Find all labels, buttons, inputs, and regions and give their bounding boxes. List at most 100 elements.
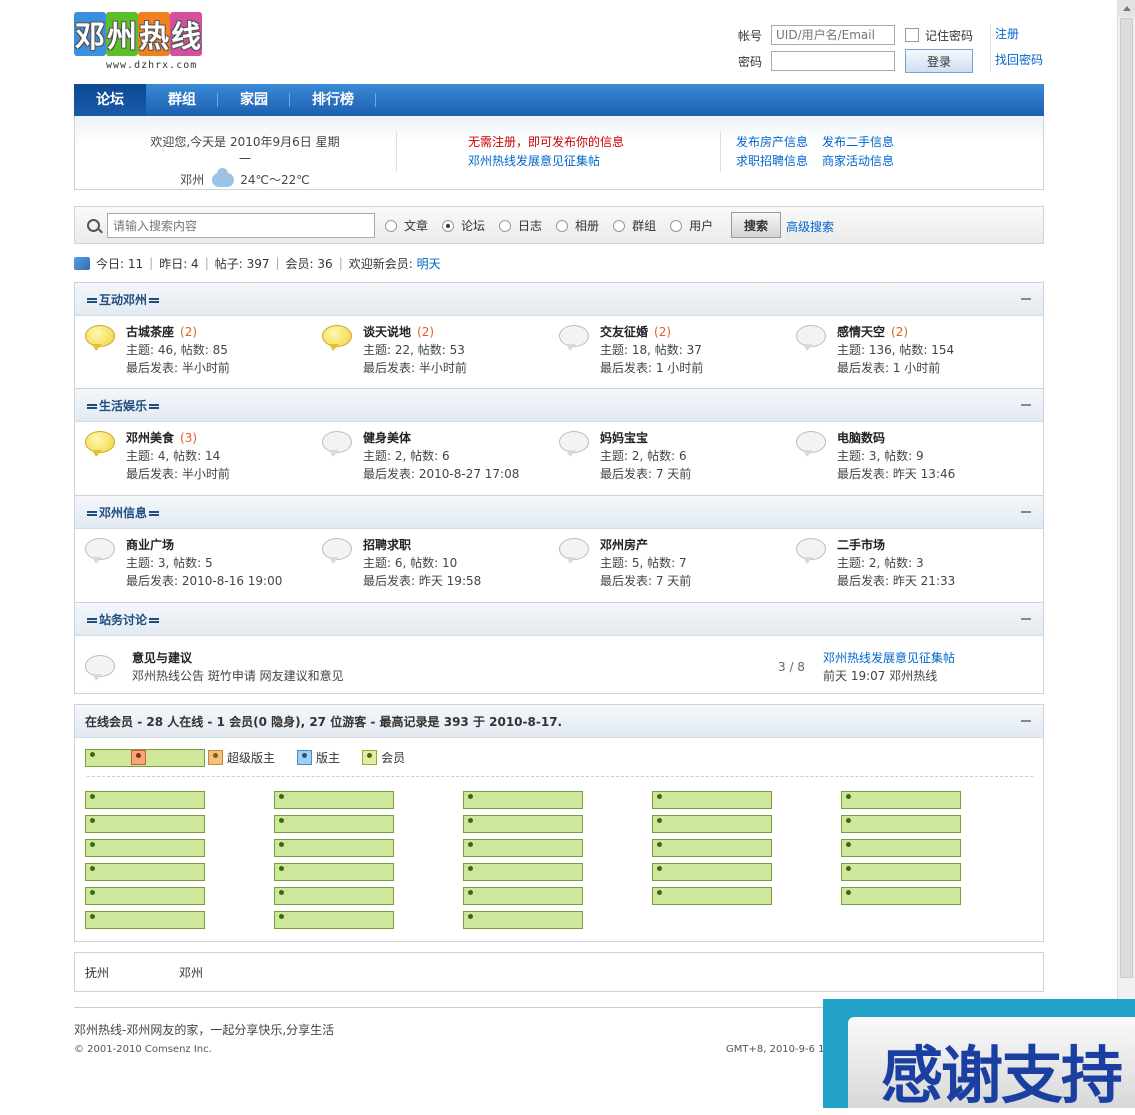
search-scope-5[interactable]: 用户	[670, 217, 713, 234]
online-user[interactable]: 游客	[652, 863, 772, 881]
search-input[interactable]	[107, 213, 375, 238]
forum-name[interactable]: 交友征婚 (2)	[600, 323, 671, 340]
online-user[interactable]: 游客	[85, 791, 205, 809]
forgot-password-link[interactable]: 找回密码	[995, 50, 1043, 76]
online-user[interactable]: 游客	[841, 791, 961, 809]
online-user[interactable]: 游客	[652, 791, 772, 809]
forum-name[interactable]: 意见与建议	[132, 649, 192, 666]
collapse-icon[interactable]	[1021, 511, 1031, 513]
search-scope-1[interactable]: 论坛	[442, 217, 485, 234]
quick-link-house[interactable]: 发布房产信息	[736, 133, 822, 152]
remember-label: 记住密码	[925, 28, 974, 43]
section-title[interactable]: 邓州信息	[85, 504, 161, 521]
online-user[interactable]: 游客	[274, 887, 394, 905]
online-user[interactable]: 游客	[841, 887, 961, 905]
search-scope-2[interactable]: 日志	[499, 217, 542, 234]
online-title[interactable]: 在线会员 - 28 人在线 - 1 会员(0 隐身), 27 位游客 - 最高记…	[85, 713, 562, 730]
last-post-link[interactable]: 邓州热线发展意见征集帖	[823, 649, 955, 666]
advanced-search-link[interactable]: 高级搜索	[786, 218, 834, 235]
scroll-thumb[interactable]	[1120, 18, 1133, 978]
radio-button[interactable]	[442, 219, 455, 232]
forum-name[interactable]: 二手市场	[837, 536, 891, 553]
radio-button[interactable]	[556, 219, 569, 232]
online-user[interactable]: 游客	[85, 815, 205, 833]
online-user[interactable]: 游客	[652, 887, 772, 905]
online-user[interactable]: 游客	[85, 887, 205, 905]
online-user[interactable]: 游客	[85, 911, 205, 929]
forum-name[interactable]: 招聘求职	[363, 536, 417, 553]
vertical-scrollbar[interactable]	[1117, 0, 1135, 1108]
online-user[interactable]: 游客	[274, 839, 394, 857]
online-user[interactable]: 游客	[841, 815, 961, 833]
register-link[interactable]: 注册	[995, 24, 1043, 50]
search-scope-3[interactable]: 相册	[556, 217, 599, 234]
forum-name[interactable]: 感情天空 (2)	[837, 323, 908, 340]
collapse-icon[interactable]	[1021, 618, 1031, 620]
remember-toggle[interactable]: 记住密码	[905, 27, 973, 44]
guest-user-icon	[841, 887, 961, 905]
friend-link[interactable]: 抚州	[85, 964, 109, 981]
friend-links: 抚州 邓州	[74, 952, 1044, 992]
section-title[interactable]: 生活娱乐	[85, 397, 161, 414]
quick-links: 发布房产信息 发布二手信息 求职招聘信息 商家活动信息	[736, 133, 908, 171]
online-user[interactable]: 游客	[463, 815, 583, 833]
online-user[interactable]: 游客	[841, 863, 961, 881]
online-user[interactable]: 游客	[652, 815, 772, 833]
forum-name[interactable]: 邓州美食 (3)	[126, 429, 197, 446]
login-button[interactable]: 登录	[905, 49, 973, 73]
online-user[interactable]: 游客	[274, 911, 394, 929]
forum-name[interactable]: 商业广场	[126, 536, 180, 553]
quick-link-secondhand[interactable]: 发布二手信息	[822, 133, 908, 152]
online-user[interactable]: 游客	[85, 863, 205, 881]
online-user[interactable]: 游客	[274, 815, 394, 833]
site-logo[interactable]: 邓州热线 www.dzhrx.com	[74, 12, 219, 74]
scroll-up-arrow[interactable]	[1118, 0, 1135, 17]
section-title[interactable]: 站务讨论	[85, 611, 161, 628]
welcome-panel: 欢迎您,今天是 2010年9月6日 星期一 邓州 24℃～22℃ 无需注册，即可…	[74, 116, 1044, 190]
quick-link-jobs[interactable]: 求职招聘信息	[736, 152, 822, 171]
remember-checkbox[interactable]	[905, 28, 919, 42]
online-user[interactable]: 游客	[463, 887, 583, 905]
forum-name[interactable]: 古城茶座 (2)	[126, 323, 197, 340]
footer-copyright: © 2001-2010 Comsenz Inc.	[74, 1044, 212, 1055]
section-title[interactable]: 互动邓州	[85, 291, 161, 308]
radio-button[interactable]	[385, 219, 397, 232]
password-input[interactable]	[771, 51, 895, 71]
search-scope-4[interactable]: 群组	[613, 217, 656, 234]
nav-ranking[interactable]: 排行榜	[290, 84, 376, 116]
online-user[interactable]: 游客	[463, 863, 583, 881]
online-user[interactable]: 游客	[652, 839, 772, 857]
forum-name[interactable]: 邓州房产	[600, 536, 654, 553]
promo-red-text[interactable]: 无需注册，即可发布你的信息	[468, 133, 624, 152]
online-user[interactable]: 游客	[463, 839, 583, 857]
collapse-icon[interactable]	[1021, 404, 1031, 406]
forum-subforums[interactable]: 邓州热线公告 斑竹申请 网友建议和意见	[132, 667, 344, 684]
radio-button[interactable]	[670, 219, 683, 232]
online-user[interactable]: 游客	[463, 911, 583, 929]
quick-link-merchant[interactable]: 商家活动信息	[822, 152, 908, 171]
radio-button[interactable]	[499, 219, 512, 232]
nav-groups[interactable]: 群组	[146, 84, 218, 116]
online-user[interactable]: 游客	[841, 839, 961, 857]
collapse-icon[interactable]	[1021, 298, 1031, 300]
forum-counts: 主题: 2, 帖数: 6	[600, 449, 687, 463]
newest-member-link[interactable]: 明天	[417, 255, 441, 272]
search-scope-0[interactable]: 文章	[385, 217, 428, 234]
online-user[interactable]: 游客	[85, 839, 205, 857]
forum-name[interactable]: 谈天说地 (2)	[363, 323, 434, 340]
forum-section: 生活娱乐 邓州美食 (3) 主题: 4, 帖数: 14 最后发表: 半小时前 健身美体 主题…	[74, 389, 1044, 496]
search-button[interactable]: 搜索	[731, 212, 781, 238]
forum-name[interactable]: 健身美体	[363, 429, 417, 446]
collapse-icon[interactable]	[1021, 720, 1031, 722]
friend-link[interactable]: 邓州	[179, 964, 203, 981]
promo-link[interactable]: 邓州热线发展意见征集帖	[468, 154, 600, 168]
online-user[interactable]: 游客	[274, 863, 394, 881]
forum-name[interactable]: 电脑数码	[837, 429, 891, 446]
radio-button[interactable]	[613, 219, 626, 232]
online-user[interactable]: 游客	[463, 791, 583, 809]
forum-name[interactable]: 妈妈宝宝	[600, 429, 654, 446]
nav-home[interactable]: 家园	[218, 84, 290, 116]
online-user[interactable]: 游客	[274, 791, 394, 809]
account-input[interactable]	[771, 25, 895, 45]
nav-forum[interactable]: 论坛	[74, 84, 146, 116]
